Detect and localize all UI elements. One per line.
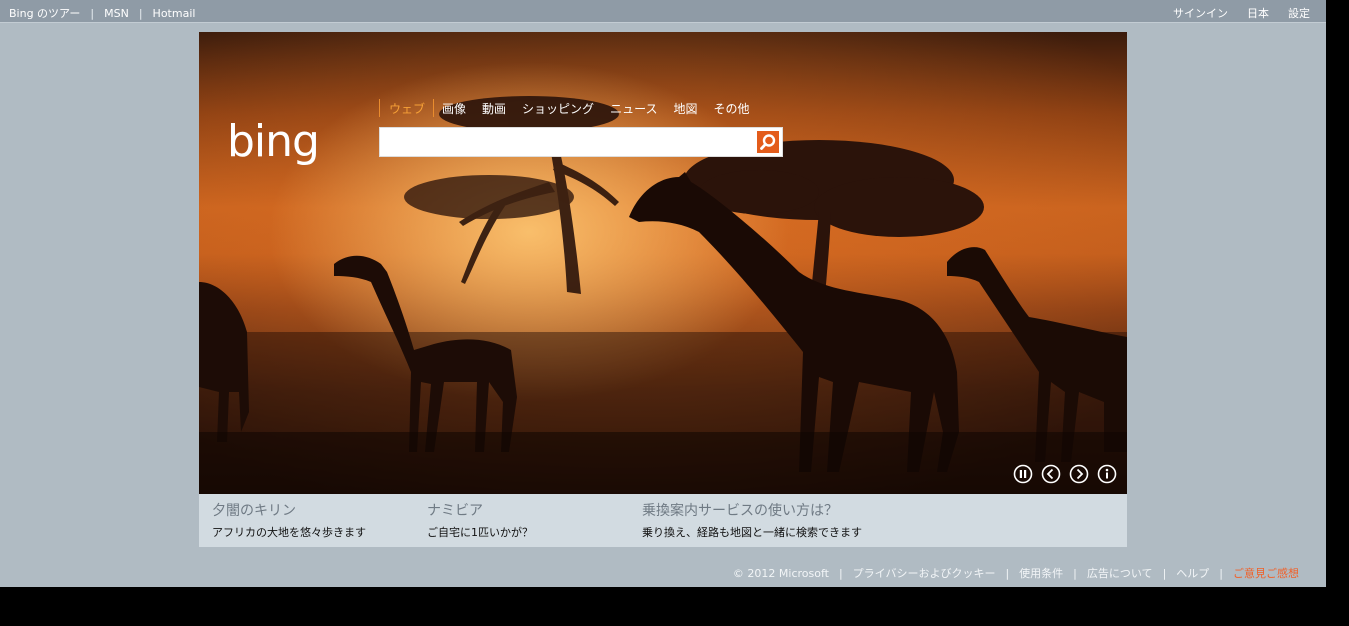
next-icon[interactable] [1069,464,1089,484]
caption-title[interactable]: ナミビア [427,502,533,520]
caption-title[interactable]: 夕闇のキリン [212,502,366,520]
hero-image: bing ウェブ 画像 動画 ショッピング ニュース 地図 その他 [199,32,1127,494]
tab-images[interactable]: 画像 [442,100,466,117]
caption-title[interactable]: 乗換案内サービスの使い方は？ [642,502,862,520]
search-nav-tabs: ウェブ 画像 動画 ショッピング ニュース 地図 その他 [379,99,758,117]
caption-subtitle[interactable]: 乗り換え、経路も地図と一緒に検索できます [642,524,862,540]
tab-web[interactable]: ウェブ [389,100,425,117]
tab-more[interactable]: その他 [713,100,749,117]
advertise-link[interactable]: 広告について [1087,565,1153,581]
separator: | [90,6,95,20]
caption-item[interactable]: ナミビア ご自宅に1匹いかが？ [427,502,533,540]
region-link[interactable]: 日本 [1247,5,1269,21]
caption-item[interactable]: 夕闇のキリン アフリカの大地を悠々歩きます [212,502,366,540]
search-icon [760,134,776,150]
feedback-link[interactable]: ご意見ご感想 [1233,565,1299,581]
terms-link[interactable]: 使用条件 [1019,565,1063,581]
separator: | [1073,566,1077,580]
tab-shopping[interactable]: ショッピング [522,100,594,117]
top-bar: Bing のツアー | MSN | Hotmail サインイン 日本 設定 [0,0,1326,23]
search-button[interactable] [756,130,780,154]
caption-item[interactable]: 乗換案内サービスの使い方は？ 乗り換え、経路も地図と一緒に検索できます [642,502,862,540]
search-box [379,127,783,157]
bing-logo-mark: bing [227,116,320,167]
previous-icon[interactable] [1041,464,1061,484]
separator: | [138,6,143,20]
caption-subtitle[interactable]: アフリカの大地を悠々歩きます [212,524,366,540]
bing-tour-link[interactable]: Bing のツアー [9,5,80,21]
pause-icon[interactable] [1013,464,1033,484]
sign-in-link[interactable]: サインイン [1173,5,1228,21]
hero-controls [1005,464,1117,484]
msn-link[interactable]: MSN [104,7,129,20]
top-bar-right-links: サインイン 日本 設定 [1154,5,1310,21]
bing-homepage: Bing のツアー | MSN | Hotmail サインイン 日本 設定 bi… [0,0,1326,587]
caption-subtitle[interactable]: ご自宅に1匹いかが？ [427,524,533,540]
help-link[interactable]: ヘルプ [1176,565,1209,581]
tab-divider [433,99,435,117]
tab-maps[interactable]: 地図 [673,100,697,117]
top-bar-left-links: Bing のツアー | MSN | Hotmail [9,5,195,21]
info-icon[interactable] [1097,464,1117,484]
footer: © 2012 Microsoft | プライバシーおよびクッキー | 使用条件 … [733,565,1299,581]
tab-divider [379,99,380,117]
separator: | [1005,566,1010,580]
separator: | [1219,566,1223,580]
copyright: © 2012 Microsoft [732,566,829,580]
separator: | [838,566,843,580]
search-input[interactable] [380,128,750,156]
bing-logo-text: bing [227,120,319,166]
tab-news[interactable]: ニュース [610,100,657,117]
hotmail-link[interactable]: Hotmail [153,7,196,20]
caption-strip: 夕闇のキリン アフリカの大地を悠々歩きます ナミビア ご自宅に1匹いかが？ 乗換… [199,494,1127,547]
bing-logo[interactable]: bing [227,116,353,170]
settings-link[interactable]: 設定 [1288,5,1310,21]
tab-videos[interactable]: 動画 [482,100,506,117]
separator: | [1162,566,1167,580]
privacy-link[interactable]: プライバシーおよびクッキー [853,565,996,581]
